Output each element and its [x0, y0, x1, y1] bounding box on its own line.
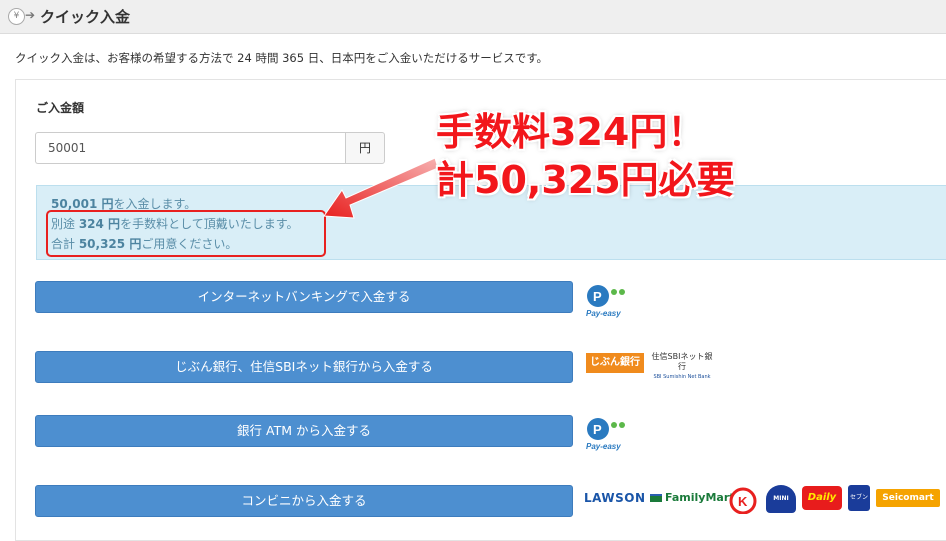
svg-text:Pay-easy: Pay-easy [586, 309, 621, 318]
arrow-right-icon: ➔ [25, 8, 36, 22]
bank-atm-button[interactable]: 銀行 ATM から入金する [35, 415, 573, 447]
jibun-bank-logo: じぶん銀行 [586, 353, 644, 373]
svg-text:K: K [738, 494, 748, 509]
svg-text:P: P [593, 289, 602, 304]
page-header: ¥ ➔ クイック入金 [0, 0, 946, 34]
svg-text:P: P [593, 422, 602, 437]
amount-input[interactable] [35, 132, 345, 164]
familymart-logo: FamilyMart [650, 491, 735, 504]
callout-arrow-icon [323, 157, 439, 219]
seicomart-logo: Seicomart [876, 489, 940, 507]
page-description: クイック入金は、お客様の希望する方法で 24 時間 365 日、日本円をご入金い… [15, 51, 549, 65]
fee-highlight-box [46, 210, 326, 257]
internet-banking-button[interactable]: インターネットバンキングで入金する [35, 281, 573, 313]
ministop-logo: MINI STOP [766, 485, 796, 530]
daily-yamazaki-logo: Daily [802, 486, 842, 510]
svg-text:Pay-easy: Pay-easy [586, 442, 621, 451]
yen-icon: ¥ [8, 8, 25, 25]
payeasy-logo: P Pay-easy [586, 285, 625, 318]
konbini-button[interactable]: コンビニから入金する [35, 485, 573, 517]
page-title: クイック入金 [40, 8, 131, 26]
callout-line-total: 計50,325円必要 [436, 158, 735, 202]
fee-callout: 手数料324円！ 計50,325円必要 [436, 108, 735, 204]
seven-eleven-logo: セブン [848, 485, 870, 511]
callout-line-fee: 手数料324円！ [436, 110, 706, 154]
payeasy-logo-atm: P Pay-easy [586, 418, 625, 451]
lawson-logo: LAWSON [584, 491, 646, 505]
circlek-logo: K [729, 487, 757, 514]
amount-label: ご入金額 [36, 101, 85, 115]
sbi-bank-logo: 住信SBIネット銀行 SBI Sumishin Net Bank [651, 352, 713, 380]
jibun-sbi-button[interactable]: じぶん銀行、住信SBIネット銀行から入金する [35, 351, 573, 383]
